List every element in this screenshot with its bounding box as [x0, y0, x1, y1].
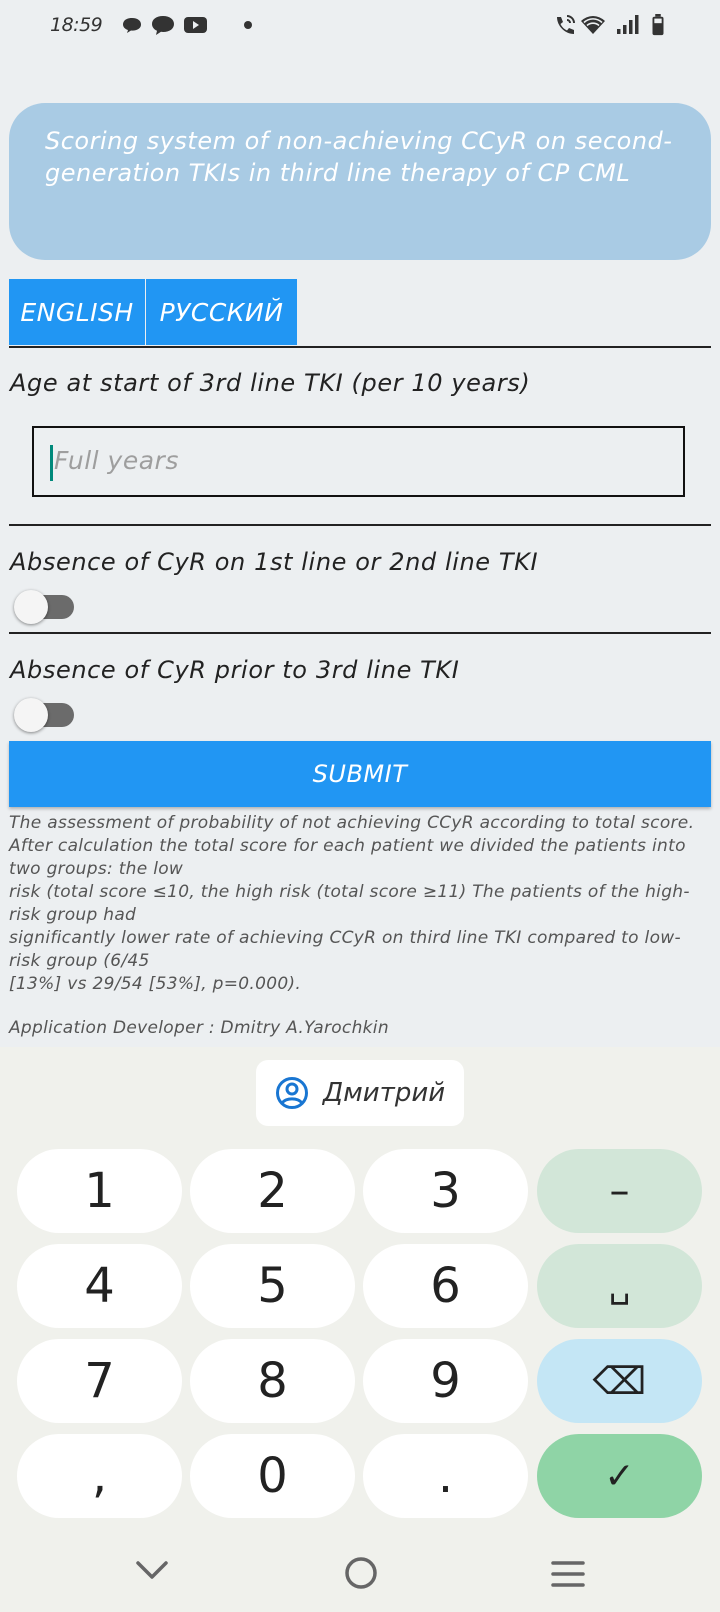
russian-button[interactable]: РУССКИЙ [146, 279, 297, 345]
switch-thumb [14, 698, 48, 732]
key-1[interactable]: 1 [17, 1149, 182, 1233]
description-line: The assessment of probability of not ach… [9, 813, 695, 879]
text-cursor [50, 445, 53, 481]
title-card: Scoring system of non-achieving CCyR on … [9, 103, 711, 260]
cyr-prior-third-switch[interactable] [14, 698, 76, 732]
key-7[interactable]: 7 [17, 1339, 182, 1423]
home-circle-icon[interactable] [343, 1555, 379, 1591]
cyr-first-second-switch[interactable] [14, 590, 76, 624]
age-input[interactable]: Full years [32, 426, 685, 497]
key-backspace[interactable]: ⌫ [537, 1339, 702, 1423]
numeric-keyboard: Дмитрий 1 2 3 – 4 5 6 ␣ 7 8 9 ⌫ , 0 . ✓ [0, 1047, 720, 1535]
youtube-icon [184, 17, 207, 33]
chevron-down-icon[interactable] [134, 1557, 170, 1583]
wifi-icon [581, 16, 605, 34]
message-icon [152, 16, 174, 35]
contact-suggestion[interactable]: Дмитрий [256, 1060, 464, 1126]
age-input-placeholder: Full years [54, 446, 179, 475]
status-bar: 18:59 [0, 0, 720, 52]
key-6[interactable]: 6 [363, 1244, 528, 1328]
navigation-bar [0, 1535, 720, 1612]
key-3[interactable]: 3 [363, 1149, 528, 1233]
key-9[interactable]: 9 [363, 1339, 528, 1423]
divider [9, 524, 711, 526]
key-period[interactable]: . [363, 1434, 528, 1518]
status-time: 18:59 [50, 14, 103, 36]
wifi-call-icon [557, 15, 575, 34]
description-line: risk (total score ≤10, the high risk (to… [9, 882, 690, 925]
description-line: [13%] vs 29/54 [53%], p=0.000). [9, 974, 302, 994]
divider [9, 346, 711, 348]
key-minus[interactable]: – [537, 1149, 702, 1233]
age-label: Age at start of 3rd line TKI (per 10 yea… [10, 369, 531, 397]
key-2[interactable]: 2 [190, 1149, 355, 1233]
divider [9, 632, 711, 634]
dot-icon [244, 21, 252, 29]
battery-icon [652, 14, 664, 36]
cyr-prior-third-label: Absence of CyR prior to 3rd line TKI [10, 656, 460, 684]
page-title: Scoring system of non-achieving CCyR on … [45, 127, 673, 187]
key-5[interactable]: 5 [190, 1244, 355, 1328]
key-4[interactable]: 4 [17, 1244, 182, 1328]
switch-thumb [14, 590, 48, 624]
key-0[interactable]: 0 [190, 1434, 355, 1518]
key-done[interactable]: ✓ [537, 1434, 702, 1518]
signal-icon [617, 15, 639, 34]
menu-icon[interactable] [550, 1559, 586, 1589]
key-space[interactable]: ␣ [537, 1244, 702, 1328]
chat-bubble-icon [123, 18, 141, 33]
submit-button[interactable]: SUBMIT [9, 741, 711, 807]
description-line: significantly lower rate of achieving CC… [9, 928, 681, 971]
account-circle-icon [275, 1077, 308, 1109]
developer-credit: Application Developer : Dmitry A.Yarochk… [9, 1018, 389, 1038]
key-8[interactable]: 8 [190, 1339, 355, 1423]
english-button[interactable]: ENGLISH [9, 279, 145, 345]
key-comma[interactable]: , [17, 1434, 182, 1518]
description: The assessment of probability of not ach… [9, 812, 711, 996]
cyr-first-second-label: Absence of CyR on 1st line or 2nd line T… [10, 548, 539, 576]
suggestion-text: Дмитрий [322, 1078, 446, 1108]
